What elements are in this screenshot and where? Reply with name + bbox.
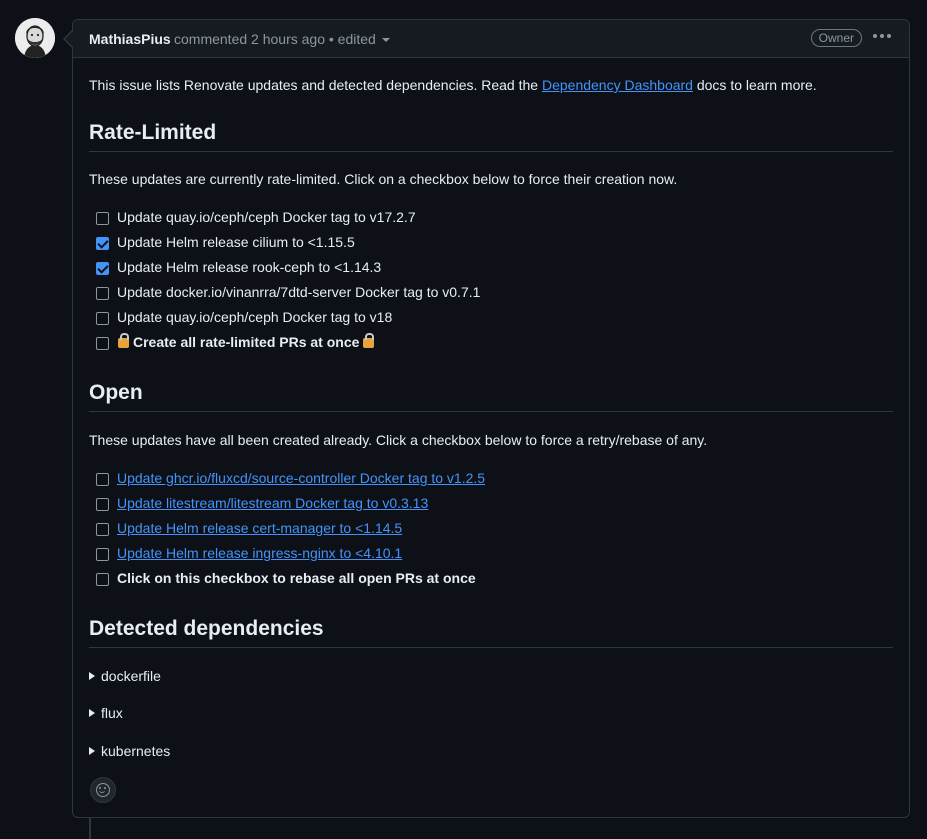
intro-text-before: This issue lists Renovate updates and de… [89, 77, 539, 93]
task-checkbox[interactable] [96, 262, 109, 275]
rebase-all-label: Click on this checkbox to rebase all ope… [117, 570, 476, 586]
task-checkbox[interactable] [96, 498, 109, 511]
owner-badge: Owner [810, 29, 862, 47]
intro-text-after: docs to learn more. [696, 77, 817, 93]
detected-dependencies-heading: Detected dependencies [89, 617, 324, 640]
open-divider [89, 411, 893, 412]
task-link[interactable]: Update Helm release cert-manager to <1.1… [117, 520, 402, 536]
create-all-label: Create all rate-limited PRs at once [133, 334, 360, 350]
comment-header: MathiasPius commented 2 hours ago • edit… [73, 20, 909, 58]
intro-paragraph: This issue lists Renovate updates and de… [89, 77, 817, 93]
rate-limited-description: These updates are currently rate-limited… [89, 171, 678, 187]
rate-limited-heading: Rate-Limited [89, 121, 217, 144]
task-checkbox[interactable] [96, 237, 109, 250]
rebase-all-checkbox[interactable] [96, 573, 109, 586]
details-flux[interactable]: flux [89, 705, 123, 721]
avatar-image [15, 18, 55, 58]
lock-icon [118, 333, 129, 348]
task-checkbox[interactable] [96, 312, 109, 325]
task-label: Update docker.io/vinanrra/7dtd-server Do… [117, 284, 481, 300]
task-checkbox[interactable] [96, 523, 109, 536]
details-label: dockerfile [101, 668, 161, 684]
details-kubernetes[interactable]: kubernetes [89, 743, 170, 759]
task-link[interactable]: Update litestream/litestream Docker tag … [117, 495, 428, 511]
task-label: Update quay.io/ceph/ceph Docker tag to v… [117, 209, 416, 225]
more-options-icon[interactable] [873, 34, 891, 40]
task-checkbox[interactable] [96, 473, 109, 486]
comment-pointer-fill [65, 31, 73, 47]
create-all-checkbox[interactable] [96, 337, 109, 350]
task-label: Update quay.io/ceph/ceph Docker tag to v… [117, 309, 393, 325]
comment-box: MathiasPius commented 2 hours ago • edit… [72, 19, 910, 818]
task-label: Update Helm release rook-ceph to <1.14.3 [117, 259, 382, 275]
task-link[interactable]: Update ghcr.io/fluxcd/source-controller … [117, 470, 485, 486]
disclosure-triangle-icon [89, 672, 95, 681]
detected-dependencies-divider [89, 647, 893, 648]
details-dockerfile[interactable]: dockerfile [89, 668, 161, 684]
avatar[interactable] [15, 18, 55, 58]
dependency-dashboard-link[interactable]: Dependency Dashboard [542, 77, 693, 93]
disclosure-triangle-icon [89, 747, 95, 756]
open-heading: Open [89, 381, 143, 404]
edit-history-dropdown-icon[interactable] [381, 38, 390, 43]
details-label: kubernetes [101, 743, 171, 759]
details-label: flux [101, 705, 123, 721]
comment-meta[interactable]: commented 2 hours ago • edited [174, 31, 390, 47]
comment-meta-text: commented 2 hours ago • edited [174, 31, 376, 47]
lock-icon [363, 333, 375, 348]
add-reaction-button[interactable] [90, 777, 116, 803]
task-checkbox[interactable] [96, 548, 109, 561]
task-link[interactable]: Update Helm release ingress-nginx to <4.… [117, 545, 402, 561]
create-all-label-wrap: Create all rate-limited PRs at once [117, 333, 378, 350]
task-checkbox[interactable] [96, 287, 109, 300]
task-checkbox[interactable] [96, 212, 109, 225]
task-label: Update Helm release cilium to <1.15.5 [117, 234, 355, 250]
rate-limited-divider [89, 151, 893, 152]
open-description: These updates have all been created alre… [89, 432, 708, 448]
disclosure-triangle-icon [89, 709, 95, 718]
smiley-icon [96, 783, 110, 797]
author-link[interactable]: MathiasPius [89, 31, 171, 47]
timeline-line [89, 818, 91, 839]
